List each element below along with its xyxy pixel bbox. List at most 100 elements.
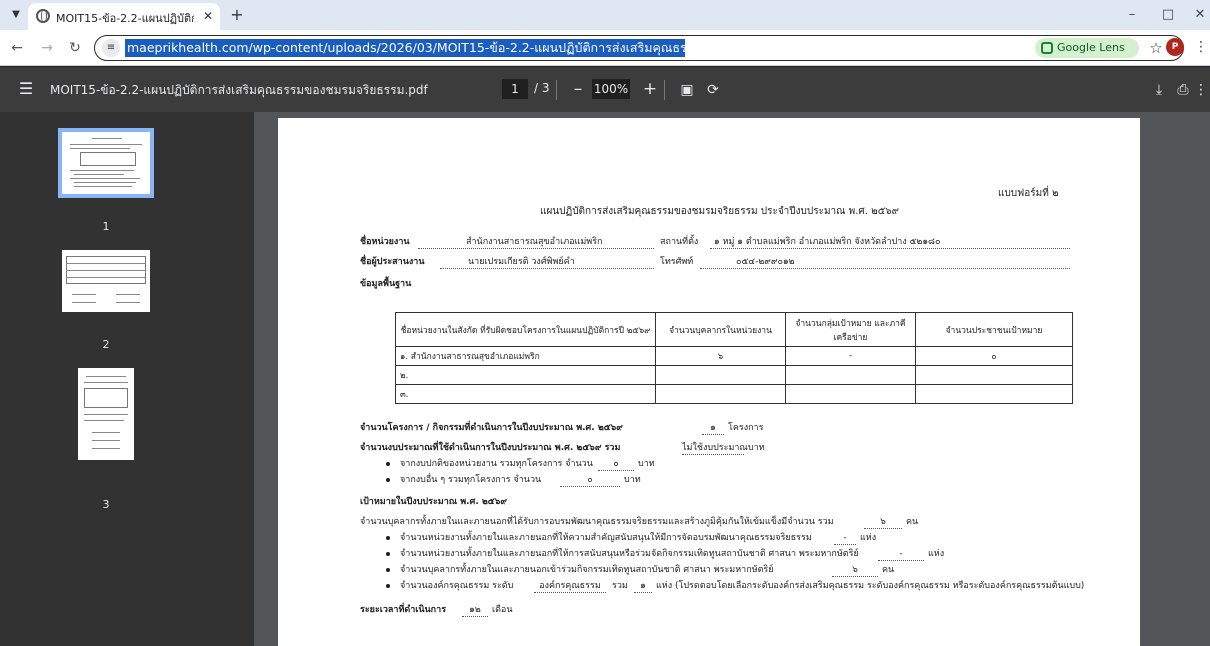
- bullet-icon: [386, 478, 390, 482]
- target-sub4-note: แห่ง (โปรดตอบโดยเลือกระดับองค์กรส่งเสริม…: [656, 581, 1085, 591]
- forward-button[interactable]: →: [38, 39, 56, 57]
- url-text[interactable]: maeprikhealth.com/wp-content/uploads/202…: [125, 39, 685, 57]
- thumbnail-label: 1: [102, 220, 110, 233]
- globe-icon: [36, 9, 50, 23]
- bullet-icon: [386, 536, 390, 540]
- target-sub4-total-label: รวม: [612, 581, 628, 591]
- table-cell: ๖: [655, 346, 786, 366]
- pdf-filename: MOIT15-ข้อ-2.2-แผนปฏิบัติการส่งเสริมคุณธ…: [50, 83, 428, 97]
- unit-label: ชื่อหน่วยงาน: [360, 237, 410, 247]
- reload-button[interactable]: ↻: [66, 39, 84, 57]
- browser-tab[interactable]: MOIT15-ข้อ-2.2-แผนปฏิบัติการส่ง ✕: [28, 3, 220, 30]
- target-sub4-label: จำนวนองค์กรคุณธรรม ระดับ: [400, 581, 514, 591]
- google-lens-button[interactable]: Google Lens: [1035, 38, 1139, 58]
- table-row: ๑. สำนักงานสาธารณสุขอำเภอแม่พริก ๖ - ๐: [395, 346, 1073, 366]
- zoom-out-button[interactable]: –: [568, 78, 588, 100]
- target-sub2-unit: แห่ง: [928, 549, 945, 559]
- browser-menu-icon[interactable]: ⋮: [1194, 38, 1208, 56]
- target-sub3-value: ๖: [832, 564, 878, 577]
- table-cell: [785, 365, 916, 385]
- phone-value: ๐๕๔-๒๙๙๐๑๒: [700, 256, 1070, 269]
- tab-title: MOIT15-ข้อ-2.2-แผนปฏิบัติการส่ง: [56, 12, 194, 25]
- projects-value: ๑: [702, 422, 724, 435]
- table-cell: ๑. สำนักงานสาธารณสุขอำเภอแม่พริก: [395, 346, 656, 366]
- phone-label: โทรศัพท์: [660, 257, 694, 267]
- rotate-icon[interactable]: ⟳: [702, 79, 724, 101]
- page-thumbnail-3[interactable]: [78, 368, 134, 460]
- budget-sub1-label: จากงบปกติของหน่วยงาน รวมทุกโครงการ จำนวน: [400, 459, 593, 469]
- thumbnail-sidebar: 1 2 3: [0, 112, 254, 646]
- tab-search-chevron-icon[interactable]: ▼: [8, 7, 24, 23]
- target-sub3-label: จำนวนบุคลากรทั้งภายในและภายนอกเข้าร่วมกิ…: [400, 565, 774, 575]
- restore-button[interactable]: □: [1158, 6, 1178, 24]
- close-window-button[interactable]: ✕: [1190, 6, 1210, 24]
- table-header: ชื่อหน่วยงานในสังกัด ที่รับผิดชอบโครงการ…: [395, 312, 656, 347]
- browser-toolbar: ← → ↻ ≡ maeprikhealth.com/wp-content/upl…: [0, 30, 1210, 66]
- pdf-toolbar: ☰ MOIT15-ข้อ-2.2-แผนปฏิบัติการส่งเสริมคุ…: [0, 67, 1210, 112]
- table-cell: [655, 365, 786, 385]
- target-unit: คน: [906, 517, 919, 527]
- download-icon[interactable]: ⤓: [1148, 79, 1170, 101]
- tab-close-icon[interactable]: ✕: [200, 8, 216, 24]
- table-row: ๓.: [395, 384, 1073, 404]
- target-sub1-unit: แห่ง: [860, 533, 877, 543]
- document-viewport[interactable]: แบบฟอร์มที่ ๒ แผนปฏิบัติการส่งเสริมคุณธร…: [254, 112, 1210, 646]
- table-cell: [915, 365, 1073, 385]
- budget-value: ไม่ใช้งบประมาณ: [682, 443, 748, 455]
- minimize-button[interactable]: –: [1122, 6, 1142, 24]
- bullet-icon: [386, 552, 390, 556]
- site-info-icon[interactable]: ≡: [102, 39, 120, 57]
- sidebar-menu-icon[interactable]: ☰: [16, 80, 36, 98]
- table-cell: [915, 384, 1073, 404]
- lens-icon: [1041, 42, 1053, 54]
- bookmark-star-icon[interactable]: ☆: [1147, 38, 1165, 58]
- tab-strip: ▼ MOIT15-ข้อ-2.2-แผนปฏิบัติการส่ง ✕ + – …: [0, 0, 1210, 30]
- table-row: ๒.: [395, 365, 1073, 385]
- budget-sub1-value: ๐: [598, 458, 634, 471]
- page-number-input[interactable]: 1: [502, 79, 528, 99]
- bullet-icon: [386, 584, 390, 588]
- table-cell: [655, 384, 786, 404]
- fit-page-icon[interactable]: ▣: [676, 79, 698, 101]
- bullet-icon: [386, 462, 390, 466]
- back-button[interactable]: ←: [8, 39, 26, 57]
- more-actions-icon[interactable]: ⋮: [1194, 79, 1208, 101]
- form-number: แบบฟอร์มที่ ๒: [998, 188, 1059, 199]
- coordinator-label: ชื่อผู้ประสานงาน: [360, 257, 425, 267]
- pdf-page: แบบฟอร์มที่ ๒ แผนปฏิบัติการส่งเสริมคุณธร…: [278, 118, 1140, 646]
- page-thumbnail-2[interactable]: [62, 250, 150, 312]
- new-tab-button[interactable]: +: [228, 6, 246, 24]
- zoom-level-input[interactable]: 100%: [592, 79, 630, 99]
- divider: [664, 80, 665, 100]
- target-heading: เป้าหมายในปีงบประมาณ พ.ศ. ๒๕๖๙: [360, 497, 507, 507]
- zoom-in-button[interactable]: +: [640, 78, 660, 100]
- location-value: ๑ หมู่ ๑ ตำบลแม่พริก อำเภอแม่พริก จังหวั…: [710, 236, 1070, 249]
- table-cell: ๓.: [395, 384, 656, 404]
- budget-sub2-unit: บาท: [624, 475, 641, 485]
- basic-info-table: ชื่อหน่วยงานในสังกัด ที่รับผิดชอบโครงการ…: [395, 312, 1073, 404]
- budget-sub1-unit: บาท: [638, 459, 655, 469]
- table-header: จำนวนกลุ่มเป้าหมาย และภาคีเครือข่าย: [785, 312, 916, 347]
- table-header: จำนวนประชาชนเป้าหมาย: [915, 312, 1073, 347]
- target-sub2-value: -: [878, 548, 924, 561]
- table-cell: ๐: [915, 346, 1073, 366]
- table-header: จำนวนบุคลากรในหน่วยงาน: [655, 312, 786, 347]
- address-bar[interactable]: ≡ maeprikhealth.com/wp-content/uploads/2…: [94, 35, 1184, 61]
- table-cell: [785, 384, 916, 404]
- target-sub1-value: -: [834, 532, 856, 545]
- duration-label: ระยะเวลาที่ดำเนินการ: [360, 605, 447, 615]
- target-value: ๖: [864, 516, 902, 529]
- target-sub2-label: จำนวนหน่วยงานทั้งภายในและภายนอกที่ให้การ…: [400, 549, 859, 559]
- print-icon[interactable]: ⎙: [1172, 79, 1194, 101]
- target-sub3-unit: คน: [882, 565, 895, 575]
- profile-avatar[interactable]: P: [1166, 38, 1184, 56]
- duration-value: ๑๒: [462, 604, 488, 617]
- page-thumbnail-1[interactable]: [58, 128, 154, 198]
- budget-label: จำนวนงบประมาณที่ใช้ดำเนินการในปีงบประมาณ…: [360, 443, 621, 453]
- budget-unit: บาท: [748, 443, 765, 453]
- target-sub4-level: องค์กรคุณธรรม: [534, 580, 606, 593]
- coordinator-value: นายเปรมเกียรติ วงศ์พิพย์คำ: [440, 256, 654, 269]
- thumbnail-label: 3: [102, 498, 110, 511]
- target-line: จำนวนบุคลากรทั้งภายในและภายนอกที่ได้รับก…: [360, 517, 834, 527]
- document-title: แผนปฏิบัติการส่งเสริมคุณธรรมของชมรมจริยธ…: [540, 206, 899, 217]
